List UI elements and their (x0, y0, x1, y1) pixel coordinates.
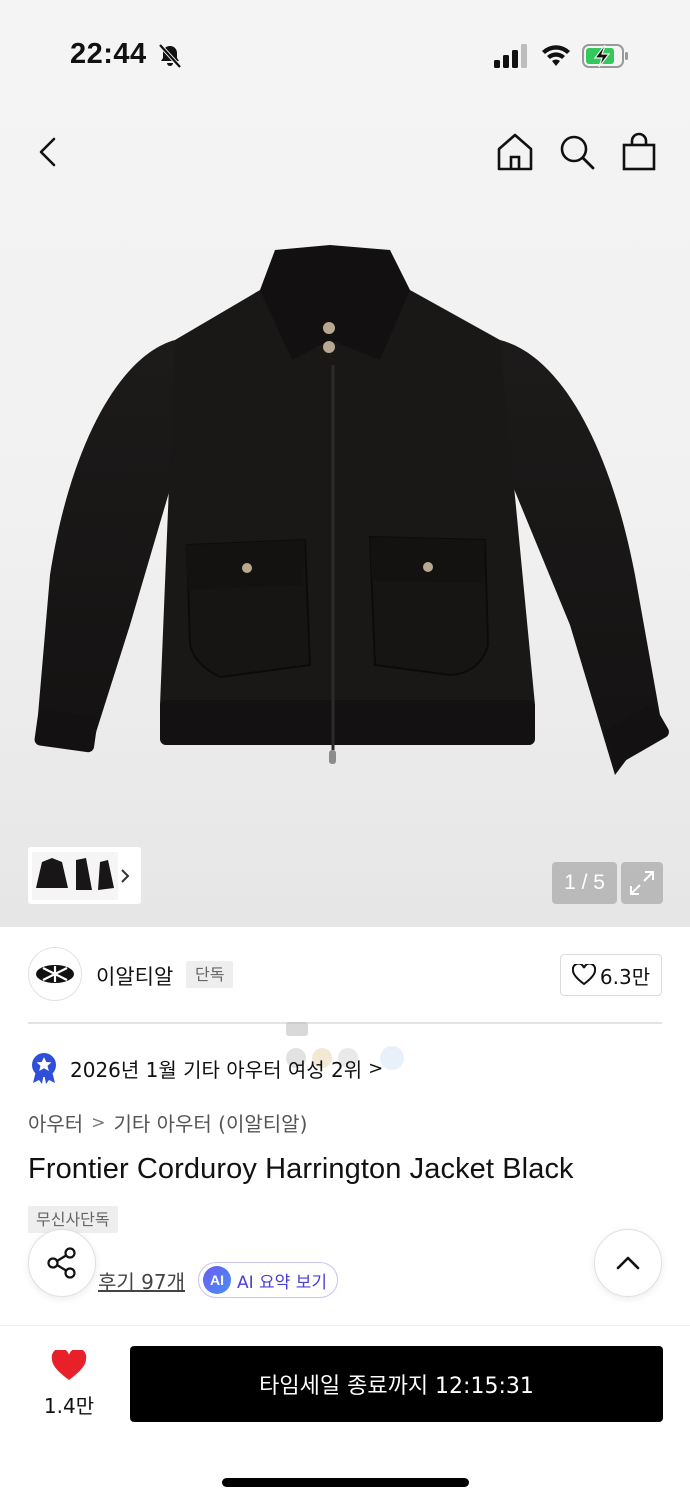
product-image[interactable] (30, 245, 670, 785)
product-gallery: 22:44 1 / 5 (0, 0, 690, 927)
expand-button[interactable] (621, 862, 663, 904)
thumbnail-images (32, 851, 118, 900)
wishlist-count: 1.4만 (43, 1394, 95, 1418)
back-icon (39, 137, 56, 167)
brand-logo[interactable] (28, 947, 82, 1001)
signal-icon (494, 44, 527, 68)
chevron-right-icon (121, 869, 130, 883)
ranking-link[interactable]: 2026년 1월 기타 아우터 여성 2위 > (28, 1048, 383, 1088)
status-time: 22:44 (70, 38, 147, 70)
bell-off-icon (158, 43, 182, 69)
shopping-bag-icon (622, 132, 656, 171)
breadcrumb-subcategory[interactable]: 기타 아우터 (이알티알) (113, 1108, 307, 1137)
thumbnail-strip[interactable] (28, 847, 141, 904)
brand-row: 이알티알 단독 6.3만 (28, 946, 662, 1004)
wishlist-button[interactable]: 1.4만 (36, 1350, 102, 1420)
ai-icon: AI (203, 1266, 231, 1294)
wifi-icon (542, 45, 570, 66)
home-icon (497, 133, 533, 171)
reviews-link[interactable]: 후기 97개 (98, 1266, 185, 1295)
image-counter: 1 / 5 (552, 862, 617, 904)
brand-name[interactable]: 이알티알 (96, 961, 173, 991)
home-button[interactable] (493, 130, 537, 174)
brand-like-button[interactable]: 6.3만 (560, 954, 662, 996)
scroll-top-button[interactable] (594, 1229, 662, 1297)
bottom-bar: 1.4만 타임세일 종료까지 12:15:31 (0, 1325, 690, 1500)
breadcrumb-category[interactable]: 아우터 (28, 1108, 83, 1137)
search-button[interactable] (555, 130, 599, 174)
cart-button[interactable] (617, 130, 661, 174)
brand-logo-mark (36, 965, 74, 983)
battery-charging-icon (582, 44, 628, 68)
purchase-button[interactable]: 타임세일 종료까지 12:15:31 (130, 1346, 663, 1422)
expand-icon (630, 871, 654, 895)
product-title: Frontier Corduroy Harrington Jacket Blac… (28, 1153, 574, 1185)
share-icon (47, 1247, 76, 1279)
share-button[interactable] (28, 1229, 96, 1297)
breadcrumb-separator: > (91, 1112, 106, 1133)
ranking-medal-icon (32, 1053, 56, 1084)
ranking-text: 2026년 1월 기타 아우터 여성 2위 (70, 1057, 363, 1082)
home-indicator (222, 1478, 469, 1487)
breadcrumb: 아우터 > 기타 아우터 (이알티알) (28, 1108, 307, 1137)
back-button[interactable] (28, 130, 72, 174)
chevron-up-icon (616, 1256, 640, 1270)
search-icon (560, 135, 595, 170)
musinsa-exclusive-tag: 무신사단독 (28, 1206, 118, 1233)
ranking-arrow: > (368, 1057, 384, 1079)
heart-outline-icon (571, 964, 596, 986)
ai-summary-button[interactable]: AI AI 요약 보기 (198, 1262, 339, 1298)
brand-like-count: 6.3만 (599, 964, 651, 989)
heart-filled-icon (51, 1350, 87, 1380)
ai-summary-label: AI 요약 보기 (237, 1272, 328, 1293)
status-bar: 22:44 (0, 0, 690, 110)
exclusive-badge: 단독 (186, 961, 234, 988)
